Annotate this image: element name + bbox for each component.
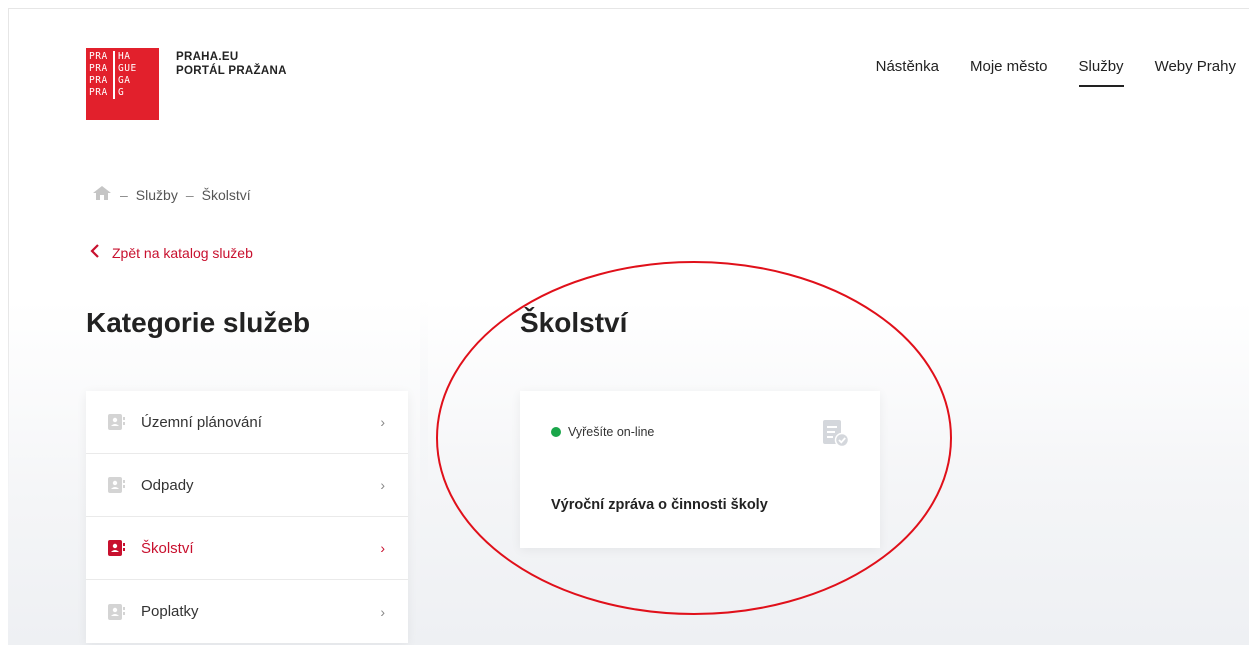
- category-list: Územní plánování › Odpady › Školství › P…: [86, 391, 408, 643]
- brand-line-1: PRAHA.EU: [176, 51, 239, 63]
- status-badge: Vyřešíte on-line: [551, 425, 654, 439]
- category-item-odpady[interactable]: Odpady ›: [86, 454, 408, 517]
- main-nav: Nástěnka Moje město Služby Weby Prahy: [845, 58, 1236, 87]
- praha-logo[interactable]: PRA HA PRA GUE PRA GA PRA G: [86, 48, 159, 120]
- nav-item-sluzby[interactable]: Služby: [1078, 58, 1124, 87]
- category-label: Odpady: [141, 476, 194, 494]
- logo-row: PRA G: [89, 87, 137, 99]
- logo-text-right: GUE: [118, 63, 137, 74]
- logo-text-left: PRA: [89, 87, 108, 98]
- logo-text-left: PRA: [89, 63, 108, 74]
- category-label: Školství: [141, 539, 194, 557]
- document-check-icon: [821, 419, 851, 454]
- category-item-poplatky[interactable]: Poplatky ›: [86, 580, 408, 643]
- category-item-skolstvi[interactable]: Školství ›: [86, 517, 408, 580]
- nav-item-weby-prahy[interactable]: Weby Prahy: [1155, 58, 1236, 87]
- breadcrumb: – Služby – Školství: [92, 185, 251, 204]
- back-link-label: Zpět na katalog služeb: [112, 244, 253, 261]
- nav-item-nastenka[interactable]: Nástěnka: [876, 58, 939, 87]
- service-title: Výroční zpráva o činnosti školy: [551, 497, 768, 513]
- contact-card-icon: [108, 540, 125, 556]
- category-label: Územní plánování: [141, 413, 262, 431]
- logo-text: PRA HA PRA GUE PRA GA PRA G: [89, 51, 137, 99]
- logo-text-right: GA: [118, 75, 131, 86]
- contact-card-icon: [108, 414, 125, 430]
- brand-line-2: PORTÁL PRAŽANA: [176, 65, 287, 77]
- logo-text-left: PRA: [89, 51, 108, 62]
- chevron-right-icon: ›: [380, 477, 385, 493]
- logo-divider: [113, 63, 115, 75]
- chevron-right-icon: ›: [380, 414, 385, 430]
- categories-heading: Kategorie služeb: [86, 307, 311, 338]
- chevron-right-icon: ›: [380, 540, 385, 556]
- logo-divider: [113, 75, 115, 87]
- contact-card-icon: [108, 477, 125, 493]
- logo-text-left: PRA: [89, 75, 108, 86]
- status-label: Vyřešíte on-line: [568, 425, 655, 439]
- logo-row: PRA HA: [89, 51, 137, 63]
- chevron-right-icon: ›: [380, 603, 385, 620]
- status-dot: [551, 427, 561, 437]
- section-heading: Školství: [520, 307, 628, 338]
- logo-divider: [113, 87, 115, 99]
- logo-row: PRA GUE: [89, 63, 137, 75]
- service-card[interactable]: Vyřešíte on-line Výroční zpráva o činnos…: [520, 391, 880, 548]
- back-to-catalog-link[interactable]: Zpět na katalog služeb: [90, 244, 253, 261]
- chevron-left-icon: [90, 244, 106, 261]
- logo-text-right: HA: [118, 51, 131, 62]
- home-icon[interactable]: [92, 185, 112, 204]
- breadcrumb-item-skolstvi: Školství: [201, 186, 251, 203]
- category-item-uzemni-planovani[interactable]: Územní plánování ›: [86, 391, 408, 454]
- logo-row: PRA GA: [89, 75, 137, 87]
- breadcrumb-separator: –: [185, 186, 194, 203]
- logo-text-right: G: [118, 87, 125, 98]
- category-label: Poplatky: [141, 603, 199, 620]
- contact-card-icon: [108, 603, 125, 620]
- breadcrumb-separator: –: [120, 186, 128, 203]
- logo-divider: [113, 51, 115, 63]
- nav-item-moje-mesto[interactable]: Moje město: [970, 58, 1048, 87]
- breadcrumb-item-sluzby[interactable]: Služby: [136, 187, 178, 203]
- brand-title[interactable]: PRAHA.EU PORTÁL PRAŽANA: [176, 50, 287, 78]
